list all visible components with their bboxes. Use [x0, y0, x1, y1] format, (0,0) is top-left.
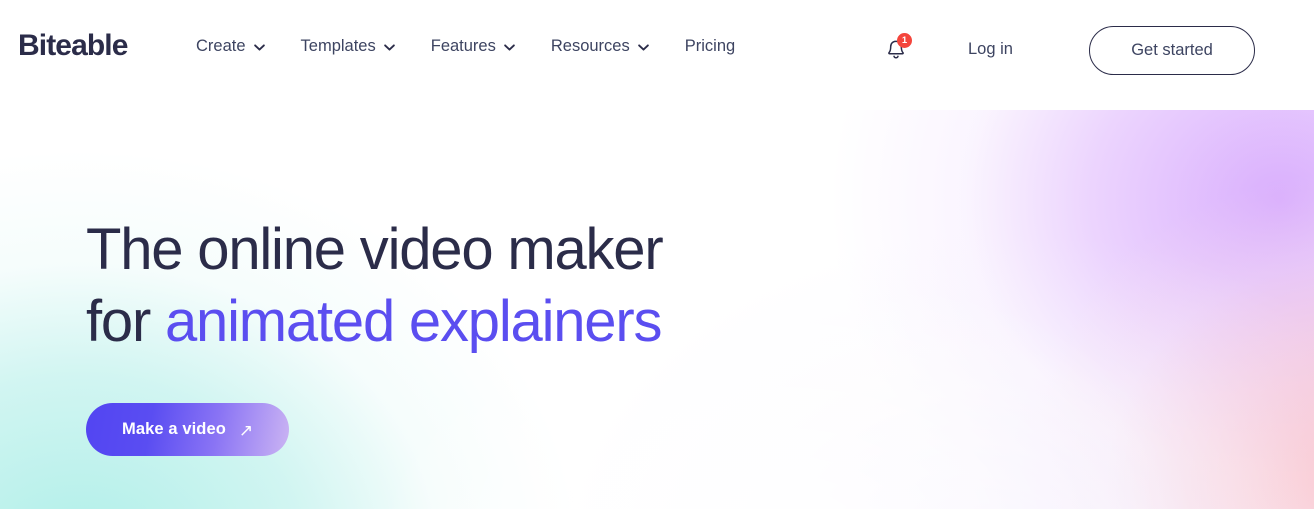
login-link[interactable]: Log in	[968, 41, 1013, 58]
get-started-button[interactable]: Get started	[1089, 26, 1255, 75]
headline-accent: animated explainers	[165, 288, 662, 354]
notification-badge: 1	[897, 33, 912, 48]
nav-item-templates[interactable]: Templates	[301, 38, 395, 55]
headline-line-2-prefix: for	[86, 288, 165, 354]
chevron-down-icon	[504, 44, 515, 51]
primary-nav: Create Templates Features Resources Pric…	[196, 38, 735, 55]
cta-label: Make a video	[122, 419, 226, 438]
nav-item-label: Resources	[550, 37, 630, 55]
hero-headline: The online video maker for animated expl…	[86, 214, 664, 358]
chevron-down-icon	[383, 44, 395, 51]
headline-line-1: The online video maker	[86, 217, 664, 282]
site-header: Biteable Create Templates Features Resou…	[0, 0, 1314, 110]
nav-item-label: Pricing	[684, 37, 736, 55]
nav-item-pricing[interactable]: Pricing	[685, 38, 735, 55]
nav-item-label: Features	[430, 37, 496, 55]
nav-item-features[interactable]: Features	[431, 38, 515, 55]
hero-content: The online video maker for animated expl…	[86, 214, 664, 456]
chevron-down-icon	[637, 44, 649, 51]
notifications-button[interactable]: 1	[884, 33, 912, 64]
arrow-up-right-icon: ↗	[238, 420, 254, 440]
nav-item-label: Templates	[300, 37, 376, 55]
chevron-down-icon	[253, 44, 265, 51]
make-a-video-button[interactable]: Make a video ↗	[86, 402, 290, 456]
header-inner: Biteable Create Templates Features Resou…	[0, 0, 1314, 100]
nav-item-resources[interactable]: Resources	[551, 38, 649, 55]
nav-item-create[interactable]: Create	[196, 38, 265, 55]
brand-logo[interactable]: Biteable	[18, 31, 128, 61]
nav-item-label: Create	[196, 37, 246, 55]
page-root: Biteable Create Templates Features Resou…	[0, 0, 1314, 509]
